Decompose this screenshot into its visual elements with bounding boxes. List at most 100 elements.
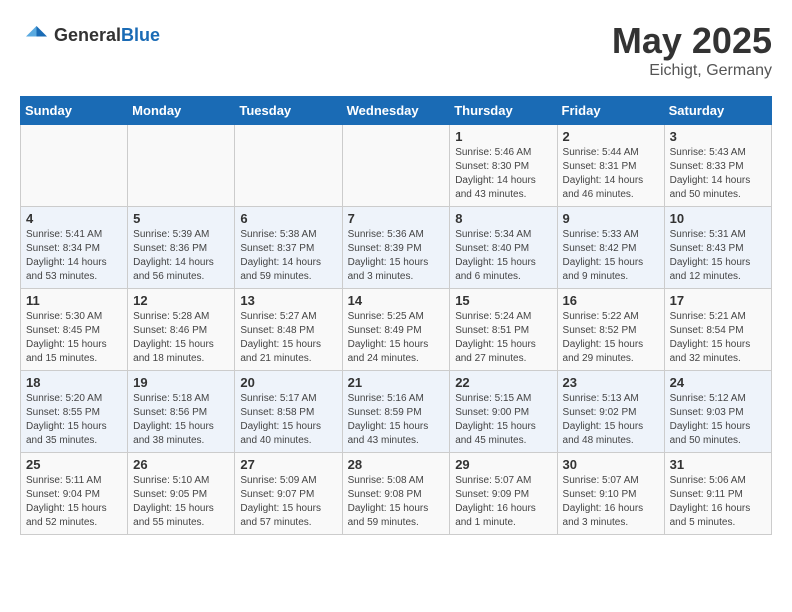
- calendar-cell: 16Sunrise: 5:22 AM Sunset: 8:52 PM Dayli…: [557, 289, 664, 371]
- calendar-cell: 4 Sunrise: 5:41 AM Sunset: 8:34 PM Daylig…: [21, 207, 128, 289]
- day-number: 25: [26, 457, 122, 472]
- day-info: Sunrise: 5:39 AM Sunset: 8:36 PM Dayligh…: [133, 228, 229, 284]
- calendar-cell: 2Sunrise: 5:44 AM Sunset: 8:31 PM Daylig…: [557, 125, 664, 207]
- calendar-cell: 26 Sunrise: 5:10 AM Sunset: 9:05 PM Dayli…: [128, 453, 235, 535]
- day-info: Sunrise: 5:13 AM Sunset: 9:02 PM Dayligh…: [563, 392, 659, 448]
- day-info: Sunrise: 5:30 AM Sunset: 8:45 PM Dayligh…: [26, 310, 122, 366]
- calendar-cell: 5 Sunrise: 5:39 AM Sunset: 8:36 PM Daylig…: [128, 207, 235, 289]
- calendar-cell: 13 Sunrise: 5:27 AM Sunset: 8:48 PM Dayli…: [235, 289, 342, 371]
- day-info: Sunrise: 5:27 AM Sunset: 8:48 PM Dayligh…: [240, 310, 336, 366]
- day-number: 7: [348, 211, 445, 226]
- calendar-cell: 10 Sunrise: 5:31 AM Sunset: 8:43 PM Dayli…: [664, 207, 771, 289]
- calendar-cell: 3 Sunrise: 5:43 AM Sunset: 8:33 PM Daylig…: [664, 125, 771, 207]
- calendar-cell: 8Sunrise: 5:34 AM Sunset: 8:40 PM Daylig…: [450, 207, 557, 289]
- calendar-week-1: 1 Sunrise: 5:46 AM Sunset: 8:30 PM Daylig…: [21, 125, 772, 207]
- calendar-cell: 12Sunrise: 5:28 AM Sunset: 8:46 PM Dayli…: [128, 289, 235, 371]
- calendar-cell: 11Sunrise: 5:30 AM Sunset: 8:45 PM Dayli…: [21, 289, 128, 371]
- weekday-header-thursday: Thursday: [450, 97, 557, 125]
- day-number: 3: [670, 129, 766, 144]
- day-info: Sunrise: 5:25 AM Sunset: 8:49 PM Dayligh…: [348, 310, 445, 366]
- calendar-cell: 24 Sunrise: 5:12 AM Sunset: 9:03 PM Dayli…: [664, 371, 771, 453]
- day-info: Sunrise: 5:09 AM Sunset: 9:07 PM Dayligh…: [240, 474, 336, 530]
- calendar-cell: 17 Sunrise: 5:21 AM Sunset: 8:54 PM Dayli…: [664, 289, 771, 371]
- calendar-week-5: 25Sunrise: 5:11 AM Sunset: 9:04 PM Dayli…: [21, 453, 772, 535]
- day-info: Sunrise: 5:07 AM Sunset: 9:10 PM Dayligh…: [563, 474, 659, 530]
- day-info: Sunrise: 5:43 AM Sunset: 8:33 PM Dayligh…: [670, 146, 766, 202]
- weekday-header-sunday: Sunday: [21, 97, 128, 125]
- calendar-cell: 21Sunrise: 5:16 AM Sunset: 8:59 PM Dayli…: [342, 371, 450, 453]
- calendar-cell: 15 Sunrise: 5:24 AM Sunset: 8:51 PM Dayli…: [450, 289, 557, 371]
- calendar-cell: 1 Sunrise: 5:46 AM Sunset: 8:30 PM Daylig…: [450, 125, 557, 207]
- day-info: Sunrise: 5:18 AM Sunset: 8:56 PM Dayligh…: [133, 392, 229, 448]
- calendar-week-3: 11Sunrise: 5:30 AM Sunset: 8:45 PM Dayli…: [21, 289, 772, 371]
- day-number: 12: [133, 293, 229, 308]
- day-info: Sunrise: 5:12 AM Sunset: 9:03 PM Dayligh…: [670, 392, 766, 448]
- calendar-cell: 28 Sunrise: 5:08 AM Sunset: 9:08 PM Dayli…: [342, 453, 450, 535]
- page-header: GeneralBlue May 2025 Eichigt, Germany: [20, 20, 772, 80]
- day-number: 20: [240, 375, 336, 390]
- day-number: 5: [133, 211, 229, 226]
- day-number: 15: [455, 293, 551, 308]
- day-number: 17: [670, 293, 766, 308]
- logo-icon: [20, 20, 50, 50]
- day-number: 1: [455, 129, 551, 144]
- calendar-cell: 22 Sunrise: 5:15 AM Sunset: 9:00 PM Dayli…: [450, 371, 557, 453]
- day-info: Sunrise: 5:10 AM Sunset: 9:05 PM Dayligh…: [133, 474, 229, 530]
- day-info: Sunrise: 5:22 AM Sunset: 8:52 PM Dayligh…: [563, 310, 659, 366]
- logo-text-blue: Blue: [121, 25, 160, 45]
- month-title: May 2025: [612, 20, 772, 62]
- calendar-cell: 23 Sunrise: 5:13 AM Sunset: 9:02 PM Dayli…: [557, 371, 664, 453]
- day-info: Sunrise: 5:07 AM Sunset: 9:09 PM Dayligh…: [455, 474, 551, 530]
- location-title: Eichigt, Germany: [612, 62, 772, 80]
- day-number: 24: [670, 375, 766, 390]
- calendar-cell: 31Sunrise: 5:06 AM Sunset: 9:11 PM Dayli…: [664, 453, 771, 535]
- day-number: 22: [455, 375, 551, 390]
- calendar-cell: 27Sunrise: 5:09 AM Sunset: 9:07 PM Dayli…: [235, 453, 342, 535]
- day-number: 18: [26, 375, 122, 390]
- calendar-cell: [342, 125, 450, 207]
- calendar-cell: 29 Sunrise: 5:07 AM Sunset: 9:09 PM Dayli…: [450, 453, 557, 535]
- weekday-header-wednesday: Wednesday: [342, 97, 450, 125]
- day-number: 26: [133, 457, 229, 472]
- title-area: May 2025 Eichigt, Germany: [612, 20, 772, 80]
- day-number: 13: [240, 293, 336, 308]
- calendar-week-2: 4 Sunrise: 5:41 AM Sunset: 8:34 PM Daylig…: [21, 207, 772, 289]
- day-number: 10: [670, 211, 766, 226]
- day-info: Sunrise: 5:20 AM Sunset: 8:55 PM Dayligh…: [26, 392, 122, 448]
- day-number: 2: [563, 129, 659, 144]
- day-number: 29: [455, 457, 551, 472]
- day-info: Sunrise: 5:15 AM Sunset: 9:00 PM Dayligh…: [455, 392, 551, 448]
- day-info: Sunrise: 5:46 AM Sunset: 8:30 PM Dayligh…: [455, 146, 551, 202]
- day-info: Sunrise: 5:38 AM Sunset: 8:37 PM Dayligh…: [240, 228, 336, 284]
- day-number: 9: [563, 211, 659, 226]
- day-number: 23: [563, 375, 659, 390]
- logo: GeneralBlue: [20, 20, 160, 50]
- day-number: 6: [240, 211, 336, 226]
- weekday-header-row: SundayMondayTuesdayWednesdayThursdayFrid…: [21, 97, 772, 125]
- day-info: Sunrise: 5:21 AM Sunset: 8:54 PM Dayligh…: [670, 310, 766, 366]
- day-info: Sunrise: 5:17 AM Sunset: 8:58 PM Dayligh…: [240, 392, 336, 448]
- calendar-cell: 30Sunrise: 5:07 AM Sunset: 9:10 PM Dayli…: [557, 453, 664, 535]
- day-info: Sunrise: 5:24 AM Sunset: 8:51 PM Dayligh…: [455, 310, 551, 366]
- calendar-cell: [21, 125, 128, 207]
- weekday-header-tuesday: Tuesday: [235, 97, 342, 125]
- day-number: 14: [348, 293, 445, 308]
- calendar-cell: 6 Sunrise: 5:38 AM Sunset: 8:37 PM Daylig…: [235, 207, 342, 289]
- calendar-cell: 14 Sunrise: 5:25 AM Sunset: 8:49 PM Dayli…: [342, 289, 450, 371]
- day-number: 28: [348, 457, 445, 472]
- calendar-table: SundayMondayTuesdayWednesdayThursdayFrid…: [20, 96, 772, 535]
- day-number: 4: [26, 211, 122, 226]
- day-info: Sunrise: 5:16 AM Sunset: 8:59 PM Dayligh…: [348, 392, 445, 448]
- day-info: Sunrise: 5:31 AM Sunset: 8:43 PM Dayligh…: [670, 228, 766, 284]
- calendar-cell: 19 Sunrise: 5:18 AM Sunset: 8:56 PM Dayli…: [128, 371, 235, 453]
- weekday-header-friday: Friday: [557, 97, 664, 125]
- day-info: Sunrise: 5:08 AM Sunset: 9:08 PM Dayligh…: [348, 474, 445, 530]
- day-info: Sunrise: 5:36 AM Sunset: 8:39 PM Dayligh…: [348, 228, 445, 284]
- calendar-cell: 20 Sunrise: 5:17 AM Sunset: 8:58 PM Dayli…: [235, 371, 342, 453]
- calendar-week-4: 18 Sunrise: 5:20 AM Sunset: 8:55 PM Dayli…: [21, 371, 772, 453]
- day-info: Sunrise: 5:41 AM Sunset: 8:34 PM Dayligh…: [26, 228, 122, 284]
- weekday-header-monday: Monday: [128, 97, 235, 125]
- day-number: 19: [133, 375, 229, 390]
- day-info: Sunrise: 5:06 AM Sunset: 9:11 PM Dayligh…: [670, 474, 766, 530]
- calendar-cell: [235, 125, 342, 207]
